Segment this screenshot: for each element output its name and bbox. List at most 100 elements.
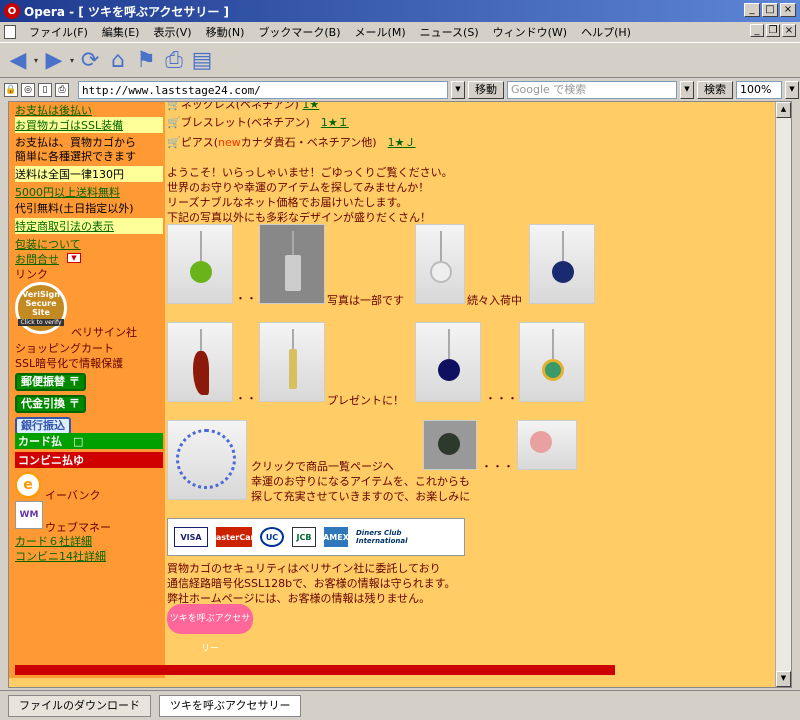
menu-bookmarks[interactable]: ブックマーク(B) [251, 24, 347, 40]
jcb-logo-icon: JCB [292, 527, 316, 547]
footer-bar [15, 665, 615, 675]
window-titlebar: O Opera - [ ツキを呼ぶアクセサリー ] _ □ × [0, 0, 800, 22]
forward-icon[interactable]: ▶ [42, 48, 66, 73]
search-button[interactable]: 検索 [697, 81, 733, 99]
sidebar-pay-line2: 簡単に各種選択できます [15, 150, 136, 163]
product-image[interactable] [519, 322, 585, 402]
mdi-restore-button[interactable]: ❐ [766, 24, 780, 37]
diners-logo-icon: Diners Club International [356, 527, 446, 547]
back-dropdown-icon[interactable]: ▾ [34, 56, 38, 65]
product-image[interactable] [415, 322, 481, 402]
sidebar-shipping: 送料は全国一律130円 [15, 166, 163, 182]
product-image[interactable] [167, 420, 247, 500]
forward-dropdown-icon[interactable]: ▾ [70, 56, 74, 65]
photo-note: 写真は一部です [327, 294, 404, 307]
menu-help[interactable]: ヘルプ(H) [574, 24, 638, 40]
pierce-link[interactable]: 1★Ｊ [388, 136, 416, 149]
verisign-seal[interactable]: VeriSign Secure Site Click to verify [15, 282, 67, 334]
cart-icon: 🛒 [167, 116, 181, 129]
page-icon[interactable]: ▤ [190, 48, 214, 73]
go-button[interactable]: 移動 [468, 81, 504, 99]
bracelet-link[interactable]: 1★Ｉ [321, 116, 349, 129]
cod-button[interactable]: 代金引換 〒 [15, 395, 86, 413]
cart-icon: 🛒 [167, 101, 181, 111]
home-icon[interactable]: ⌂ [106, 48, 130, 73]
address-dropdown-icon[interactable]: ▼ [451, 81, 465, 99]
menu-bar: ファイル(F) 編集(E) 表示(V) 移動(N) ブックマーク(B) メール(… [0, 22, 800, 42]
opera-logo-icon: O [4, 3, 20, 19]
webmoney-logo-icon[interactable]: WM [15, 501, 43, 529]
zoom-dropdown-icon[interactable]: ▼ [785, 81, 799, 99]
page-tab[interactable]: ツキを呼ぶアクセサリー [159, 694, 302, 717]
card-pay-button[interactable]: カード払 □ [15, 433, 163, 449]
search-dropdown-icon[interactable]: ▼ [680, 81, 694, 99]
print-icon[interactable]: ⎙ [162, 48, 186, 73]
reload-icon[interactable]: ⟳ [78, 48, 102, 73]
convenience-detail-link[interactable]: コンビニ14社詳細 [15, 548, 106, 564]
printer-icon[interactable]: ⎙ [55, 83, 69, 97]
product-image[interactable] [259, 224, 325, 304]
card-detail-link[interactable]: カード６社詳細 [15, 533, 92, 549]
page-viewport: お支払は後払い お買物カゴはSSL装備 お支払は、買物カゴから 簡単に各種選択で… [8, 101, 792, 688]
bookmark-icon[interactable]: ⚑ [134, 48, 158, 73]
mdi-close-button[interactable]: × [782, 24, 796, 37]
dots: ・・ [235, 292, 257, 305]
search-input[interactable]: Google で検索 [507, 81, 677, 99]
sidebar-free-shipping-link[interactable]: 5000円以上送料無料 [15, 184, 120, 200]
product-image[interactable] [423, 420, 477, 470]
pierce-category: 🛒ピアス(newカナダ貴石・ベネチアン他) 1★Ｊ [167, 136, 416, 149]
menu-file[interactable]: ファイル(F) [22, 24, 95, 40]
dots: ・・・ [485, 392, 518, 405]
sidebar-ssl-link[interactable]: お買物カゴはSSL装備 [15, 119, 123, 132]
menu-news[interactable]: ニュース(S) [413, 24, 486, 40]
mdi-minimize-button[interactable]: _ [750, 24, 764, 37]
menu-window[interactable]: ウィンドウ(W) [486, 24, 574, 40]
mail-icon[interactable]: ▼ [67, 253, 81, 263]
zoom-select[interactable]: 100% [736, 81, 782, 99]
product-image[interactable] [529, 224, 595, 304]
postal-transfer-button[interactable]: 郵便振替 〒 [15, 373, 86, 391]
convenience-pay-button[interactable]: コンビニ払ゆ [15, 452, 163, 468]
product-image[interactable] [167, 322, 233, 402]
sidebar-contact-link[interactable]: お問合せ [15, 251, 59, 267]
mastercard-logo-icon: MasterCard [208, 527, 260, 547]
necklace-category: 🛒ネックレス(ペネチアン) 1★ [167, 101, 319, 112]
sidebar-cod: 代引無料(土日指定以外) [15, 202, 134, 215]
gift-text: プレゼントに！ [327, 394, 404, 407]
verisign-text: ベリサイン社 [71, 326, 137, 339]
maximize-button[interactable]: □ [762, 3, 778, 17]
sidebar-cart-line2: SSL暗号化で情報保護 [15, 357, 124, 370]
security-icon[interactable]: 🔒 [4, 83, 18, 97]
site-logo[interactable]: ツキを呼ぶアクセサリー [167, 604, 253, 654]
product-image[interactable] [259, 322, 325, 402]
sidebar-law-link[interactable]: 特定商取引法の表示 [15, 220, 114, 233]
credit-card-logos: VISA MasterCard UC JCB AMEX Diners Club … [167, 518, 465, 556]
address-input[interactable]: http://www.laststage24.com/ [78, 81, 448, 99]
scroll-down-icon[interactable]: ▼ [776, 671, 791, 687]
menu-mail[interactable]: メール(M) [348, 24, 413, 40]
click-list-text[interactable]: クリックで商品一覧ページへ [251, 458, 394, 474]
menu-navigate[interactable]: 移動(N) [199, 24, 252, 40]
back-icon[interactable]: ◀ [6, 48, 30, 73]
document-icon[interactable]: ▯ [38, 83, 52, 97]
downloads-tab[interactable]: ファイルのダウンロード [8, 694, 151, 717]
product-image[interactable] [415, 224, 465, 304]
bracelet-category: 🛒ブレスレット(ベネチアン) 1★Ｉ [167, 116, 349, 129]
sidebar-wrapping-link[interactable]: 包装について [15, 236, 81, 252]
sidebar-postpay-link[interactable]: お支払は後払い [15, 102, 92, 118]
camera-icon[interactable]: ◎ [21, 83, 35, 97]
close-button[interactable]: × [780, 3, 796, 17]
menu-edit[interactable]: 編集(E) [95, 24, 147, 40]
scroll-up-icon[interactable]: ▲ [776, 102, 791, 118]
welcome-line4: 下記の写真以外にも多彩なデザインが盛りだくさん！ [167, 211, 431, 224]
ebank-logo-icon[interactable]: e [15, 472, 41, 498]
dots: ・・・ [481, 460, 514, 473]
left-sidebar: お支払は後払い お買物カゴはSSL装備 お支払は、買物カゴから 簡単に各種選択で… [9, 102, 165, 678]
vertical-scrollbar[interactable]: ▲ ▼ [775, 102, 791, 687]
welcome-line1: ようこそ！いらっしゃいませ！ごゆっくりご覧ください。 [167, 166, 453, 179]
product-image[interactable] [167, 224, 233, 304]
menu-view[interactable]: 表示(V) [146, 24, 198, 40]
amex-logo-icon: AMEX [323, 527, 349, 547]
product-image[interactable] [517, 420, 577, 470]
minimize-button[interactable]: _ [744, 3, 760, 17]
